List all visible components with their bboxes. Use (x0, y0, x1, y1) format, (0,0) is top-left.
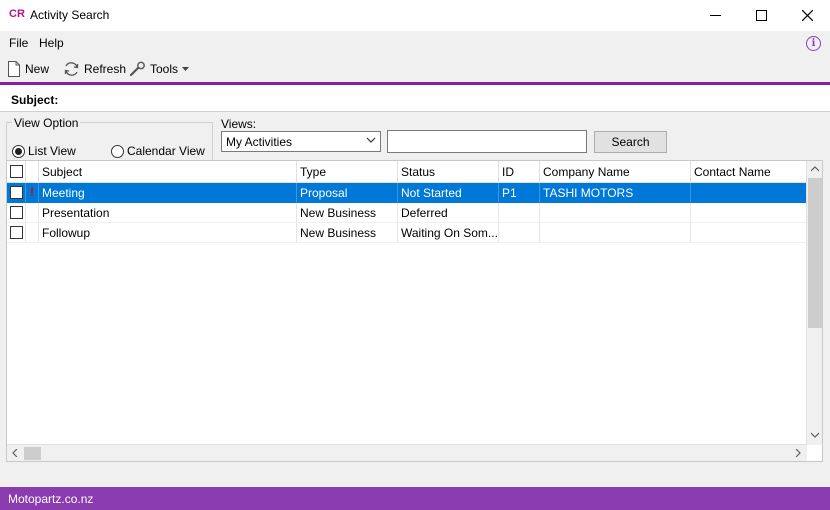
search-input[interactable] (387, 130, 587, 153)
scroll-right-icon[interactable] (795, 449, 801, 457)
maximize-icon (755, 10, 767, 21)
row-checkbox[interactable] (10, 186, 23, 199)
horizontal-scrollbar[interactable] (7, 444, 807, 461)
minimize-icon (709, 15, 721, 16)
list-view-radio[interactable]: List View (12, 144, 76, 158)
wrench-icon (129, 61, 145, 77)
column-header-company[interactable]: Company Name (540, 161, 691, 183)
cell-id (499, 203, 540, 223)
close-icon (801, 10, 813, 21)
column-header-status[interactable]: Status (398, 161, 499, 183)
grid-header: Subject Type Status ID Company Name Cont… (7, 161, 807, 183)
cell-contact (691, 223, 807, 243)
dropdown-arrow-icon (182, 66, 190, 71)
radio-selected-icon (12, 144, 25, 158)
views-selected-value: My Activities (226, 135, 293, 149)
cell-status: Waiting On Som... (398, 223, 499, 243)
cell-type: New Business (297, 223, 398, 243)
cell-company (540, 203, 691, 223)
table-row[interactable]: ! Meeting Proposal Not Started P1 TASHI … (7, 183, 807, 203)
content-area: View Option List View Calendar View View… (0, 112, 830, 487)
table-row[interactable]: Presentation New Business Deferred (7, 203, 807, 223)
vertical-scrollbar[interactable] (806, 161, 822, 445)
table-row[interactable]: Followup New Business Waiting On Som... (7, 223, 807, 243)
tools-label: Tools (150, 62, 179, 76)
cell-status: Deferred (398, 203, 499, 223)
cell-contact (691, 183, 807, 203)
horizontal-scroll-thumb[interactable] (24, 447, 41, 460)
subject-label: Subject: (11, 93, 59, 107)
select-all-cell (7, 161, 26, 183)
vertical-scroll-thumb[interactable] (808, 178, 822, 328)
cell-type: Proposal (297, 183, 398, 203)
radio-unselected-icon (111, 144, 124, 158)
cell-flag (26, 223, 39, 243)
close-button[interactable] (784, 0, 830, 31)
minimize-button[interactable] (692, 0, 738, 31)
status-bar: Motopartz.co.nz (0, 487, 830, 510)
tools-button[interactable]: Tools (129, 60, 190, 78)
new-document-icon (8, 61, 20, 77)
column-header-type[interactable]: Type (297, 161, 398, 183)
refresh-label: Refresh (84, 62, 127, 76)
cell-subject: Meeting (39, 183, 297, 203)
cell-subject: Followup (39, 223, 297, 243)
search-button[interactable]: Search (594, 131, 667, 153)
refresh-icon (64, 62, 79, 76)
menu-help[interactable]: Help (39, 36, 64, 50)
info-icon[interactable]: i (806, 36, 821, 51)
cell-subject: Presentation (39, 203, 297, 223)
calendar-view-label: Calendar View (127, 144, 205, 158)
cell-status: Not Started (398, 183, 499, 203)
column-header-id[interactable]: ID (499, 161, 540, 183)
calendar-view-radio[interactable]: Calendar View (111, 144, 205, 158)
column-header-contact[interactable]: Contact Name (691, 161, 807, 183)
window-title: Activity Search (30, 8, 110, 22)
status-text: Motopartz.co.nz (8, 492, 94, 506)
cell-company (540, 223, 691, 243)
list-view-label: List View (28, 144, 76, 158)
high-priority-icon: ! (30, 185, 34, 199)
toolbar: New Refresh Tools (0, 56, 830, 82)
views-dropdown[interactable]: My Activities (221, 131, 381, 152)
subject-bar: Subject: (0, 85, 830, 112)
row-checkbox[interactable] (10, 226, 23, 239)
cell-company: TASHI MOTORS (540, 183, 691, 203)
cell-flag (26, 203, 39, 223)
scroll-up-icon[interactable] (811, 166, 819, 172)
activity-grid: Subject Type Status ID Company Name Cont… (6, 160, 823, 462)
scroll-left-icon[interactable] (12, 449, 18, 457)
flag-header (26, 161, 39, 183)
app-logo: CR (9, 8, 25, 20)
view-option-legend: View Option (12, 116, 81, 130)
cell-id: P1 (499, 183, 540, 203)
menu-file[interactable]: File (9, 36, 28, 50)
column-header-subject[interactable]: Subject (39, 161, 297, 183)
title-bar: CR Activity Search (0, 0, 830, 31)
new-button[interactable]: New (7, 60, 49, 78)
cell-id (499, 223, 540, 243)
refresh-button[interactable]: Refresh (63, 60, 126, 78)
views-label: Views: (221, 117, 257, 131)
cell-contact (691, 203, 807, 223)
chevron-down-icon (366, 137, 376, 143)
menu-bar: File Help i (0, 31, 830, 56)
maximize-button[interactable] (738, 0, 784, 31)
new-label: New (25, 62, 50, 76)
cell-type: New Business (297, 203, 398, 223)
row-checkbox[interactable] (10, 206, 23, 219)
scroll-down-icon[interactable] (811, 432, 819, 438)
select-all-checkbox[interactable] (10, 165, 23, 178)
